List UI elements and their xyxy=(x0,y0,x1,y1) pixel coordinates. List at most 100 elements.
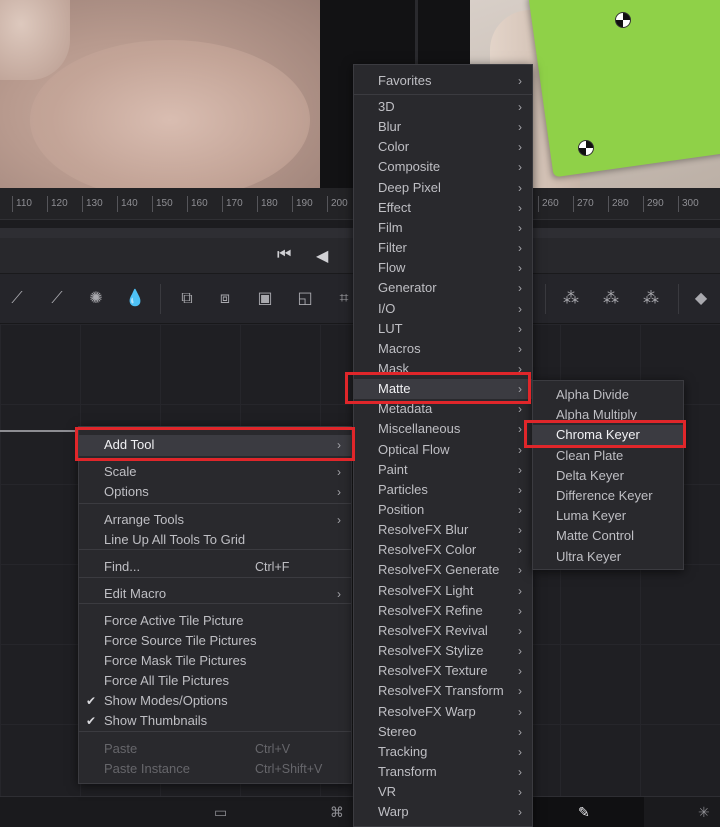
tool-category-item[interactable]: ResolveFX Texture › xyxy=(354,661,532,681)
tool-category-item[interactable]: ResolveFX Color › xyxy=(354,540,532,560)
tool-category-item[interactable]: ResolveFX Light › xyxy=(354,581,532,601)
matte-tool-item[interactable]: Delta Keyer xyxy=(533,466,683,486)
tool-category-item[interactable]: ResolveFX Revival › xyxy=(354,621,532,641)
tool-category-item[interactable]: Stereo › xyxy=(354,722,532,742)
matte-tool-item[interactable]: Matte Control xyxy=(533,526,683,546)
fusion-page-icon[interactable]: ✎ xyxy=(578,804,590,821)
transform-icon[interactable]: ⧈ xyxy=(214,289,236,309)
tool-category-item[interactable]: Paint › xyxy=(354,460,532,480)
tool-category-item[interactable]: ResolveFX Blur › xyxy=(354,520,532,540)
chevron-right-icon: › xyxy=(518,503,522,517)
context-menu-item[interactable]: Find... Ctrl+F xyxy=(79,557,351,577)
context-menu-item[interactable]: Edit Macro › xyxy=(79,584,351,604)
tool-category-item[interactable]: Composite › xyxy=(354,157,532,177)
tool-category-item[interactable]: ResolveFX Generate › xyxy=(354,560,532,580)
tool-category-item[interactable]: Tracking › xyxy=(354,742,532,762)
context-menu-item[interactable]: Options › xyxy=(79,482,351,502)
chevron-right-icon: › xyxy=(518,261,522,276)
context-menu-item[interactable]: Force Active Tile Picture xyxy=(79,611,351,631)
tool-category-item[interactable]: I/O › xyxy=(354,299,532,319)
context-menu-item[interactable]: Force Source Tile Pictures xyxy=(79,631,351,651)
crop-icon[interactable]: ⌗ xyxy=(333,289,355,309)
chevron-right-icon: › xyxy=(337,587,341,601)
skip-to-start-icon[interactable]: ⏮ xyxy=(277,246,291,264)
tool-category-item[interactable]: Transform › xyxy=(354,762,532,782)
tool-category-label: Position xyxy=(378,502,425,517)
menu-separator xyxy=(79,577,351,578)
tool-category-item[interactable]: Blur › xyxy=(354,117,532,137)
tool-category-item[interactable]: Flow › xyxy=(354,258,532,278)
tool-category-label: ResolveFX Color xyxy=(378,542,477,558)
merge-icon[interactable]: ⧉ xyxy=(176,289,198,309)
tool-category-item[interactable]: Particles › xyxy=(354,480,532,500)
matte-tool-item[interactable]: Chroma Keyer xyxy=(533,425,683,446)
context-menu-item[interactable]: Force All Tile Pictures xyxy=(79,671,351,691)
tool-category-item[interactable]: 3D › xyxy=(354,97,532,117)
tool-category-item[interactable]: Macros › xyxy=(354,339,532,359)
particle-emitter-icon[interactable]: ⁂ xyxy=(560,289,582,309)
tool-category-item[interactable]: LUT › xyxy=(354,319,532,339)
tool-category-item[interactable]: ResolveFX Refine › xyxy=(354,601,532,621)
step-back-icon[interactable]: ◀ xyxy=(316,246,328,266)
chevron-right-icon: › xyxy=(337,485,341,499)
tool-category-item[interactable]: ResolveFX Transform › xyxy=(354,681,532,701)
tool-category-item[interactable]: Generator › xyxy=(354,278,532,298)
chevron-right-icon: › xyxy=(518,120,522,135)
tool-category-item[interactable]: ResolveFX Warp › xyxy=(354,702,532,722)
tool-category-item[interactable]: Deep Pixel › xyxy=(354,178,532,198)
matte-tool-item[interactable]: Alpha Divide xyxy=(533,385,683,405)
tool-category-item[interactable]: Film › xyxy=(354,218,532,238)
tool-category-item[interactable]: Filter › xyxy=(354,238,532,258)
context-menu-item-label: Force Active Tile Picture xyxy=(104,613,244,628)
tool-category-item[interactable]: Miscellaneous › xyxy=(354,419,532,439)
matte-tool-item[interactable]: Alpha Multiply xyxy=(533,405,683,425)
tool-category-item[interactable]: Effect › xyxy=(354,198,532,218)
tool-category-item[interactable]: Optical Flow › xyxy=(354,440,532,460)
matte-tool-item[interactable]: Clean Plate xyxy=(533,446,683,466)
ruler-tick-label: 190 xyxy=(292,196,313,212)
color-curves-icon[interactable]: ⟋ xyxy=(46,289,68,309)
context-menu-item[interactable]: Add Tool › xyxy=(79,435,351,455)
tool-category-item[interactable]: Mask › xyxy=(354,359,532,379)
particle-force-icon[interactable]: ⁂ xyxy=(600,289,622,309)
matte-tool-item[interactable]: Difference Keyer xyxy=(533,486,683,506)
matte-tool-item[interactable]: Luma Keyer xyxy=(533,506,683,526)
tool-category-item[interactable]: Color › xyxy=(354,137,532,157)
context-menu-item[interactable]: Line Up All Tools To Grid xyxy=(79,530,351,550)
curves-icon[interactable]: ⟋ xyxy=(6,289,28,309)
brightness-icon[interactable]: ✺ xyxy=(85,289,107,309)
chevron-right-icon: › xyxy=(518,160,522,175)
shortcut-label: Ctrl+Shift+V xyxy=(255,762,323,776)
chevron-right-icon: › xyxy=(518,281,522,296)
context-menu-item[interactable]: ✔ Show Thumbnails xyxy=(79,711,351,731)
tool-category-item[interactable]: Metadata › xyxy=(354,399,532,419)
tool-category-label: Effect xyxy=(378,199,412,215)
chevron-right-icon: › xyxy=(518,724,522,739)
matte-tool-item[interactable]: Ultra Keyer xyxy=(533,547,683,567)
context-menu-item[interactable]: Arrange Tools › xyxy=(79,510,351,530)
context-menu-item-label: Show Thumbnails xyxy=(104,713,208,728)
edit-page-icon[interactable]: ⌘ xyxy=(330,804,344,821)
tool-category-item[interactable]: Position › xyxy=(354,500,532,520)
tool-category-label: ResolveFX Light xyxy=(378,582,474,598)
tool-category-item[interactable]: Warp › xyxy=(354,802,532,822)
context-menu-item[interactable]: Force Mask Tile Pictures xyxy=(79,651,351,671)
context-menu-item[interactable]: Scale › xyxy=(79,462,351,482)
tool-category-item[interactable]: VR › xyxy=(354,782,532,802)
tool-category-label: Blur xyxy=(378,119,402,135)
tool-category-item[interactable]: Favorites › xyxy=(354,71,532,91)
tool-category-item[interactable]: ResolveFX Stylize › xyxy=(354,641,532,661)
particle-render-icon[interactable]: ⁂ xyxy=(640,289,662,309)
context-menu-item[interactable]: ✔ Show Modes/Options xyxy=(79,691,351,711)
left-viewer[interactable] xyxy=(0,0,320,188)
3d-shape-icon[interactable]: ◆ xyxy=(690,289,712,309)
context-menu-item-label: Add Tool xyxy=(104,437,155,452)
tool-category-label: Generator xyxy=(378,280,437,296)
tool-category-item[interactable]: Matte › xyxy=(354,379,532,400)
node-connection-line xyxy=(0,430,80,432)
resize-icon[interactable]: ◱ xyxy=(294,289,316,309)
text-tool-icon[interactable]: ▣ xyxy=(254,289,276,309)
deliver-page-icon[interactable]: ✳ xyxy=(698,804,710,821)
media-page-icon[interactable]: ▭ xyxy=(214,804,227,821)
drop-icon[interactable]: 💧 xyxy=(124,289,146,309)
